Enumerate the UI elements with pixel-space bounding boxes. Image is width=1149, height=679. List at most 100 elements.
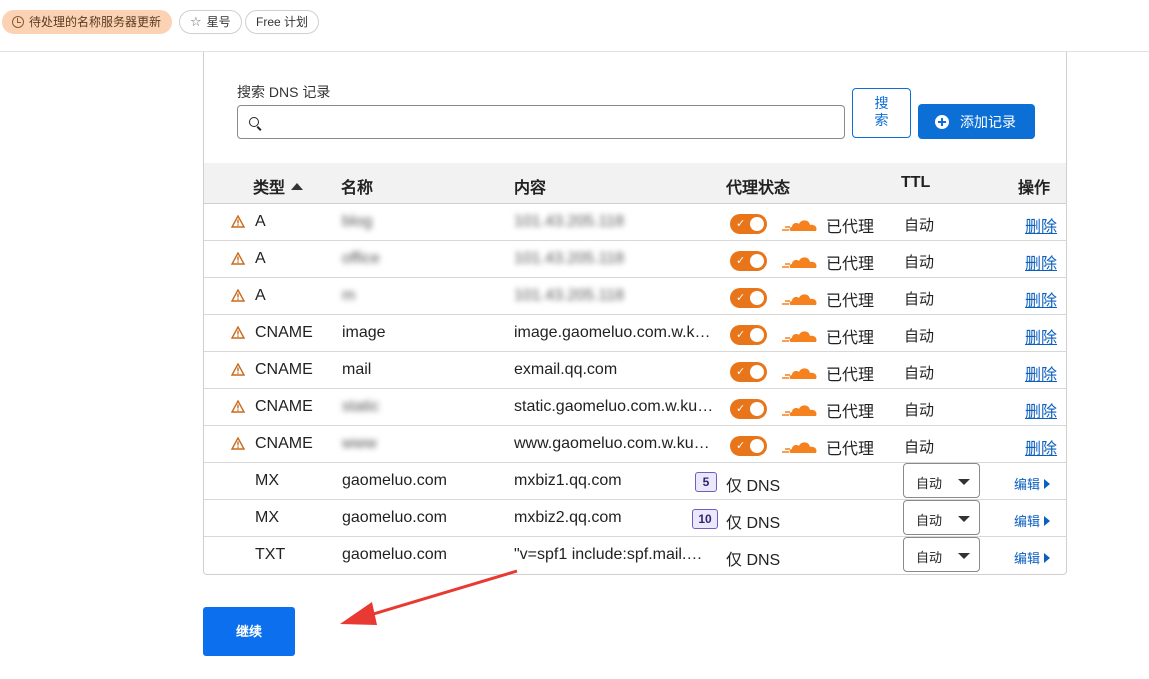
record-name: static [342,398,380,415]
proxy-status-label: 仅 DNS [726,552,781,569]
column-header-proxy: 代理状态 [726,180,791,197]
search-field[interactable] [237,105,845,139]
cloud-icon [782,331,817,342]
cloud-icon [782,368,817,379]
record-name: www [342,435,377,452]
proxy-status-label: 已代理 [826,367,875,384]
record-type: A [255,250,266,267]
proxy-toggle[interactable] [730,436,767,456]
record-content: "v=spf1 include:spf.mail.… [514,546,703,563]
ttl-select-value: 自动 [916,550,943,565]
delete-link[interactable]: 删除 [1025,435,1057,459]
continue-button[interactable]: 继续 [203,607,295,656]
star-icon: ☆ [190,14,202,29]
delete-link[interactable]: 删除 [1025,213,1057,237]
table-row[interactable]: MX gaomeluo.com mxbiz2.qq.com 10 仅 DNS 自… [204,500,1066,537]
table-row[interactable]: A m 101.43.205.118 已代理 自动 删除 [204,278,1066,315]
column-header-type-label: 类型 [253,180,286,197]
record-content: static.gaomeluo.com.w.kunl… [514,398,714,415]
record-name: gaomeluo.com [342,472,447,489]
record-content: www.gaomeluo.com.w.ku… [514,435,710,452]
proxy-toggle[interactable] [730,214,767,234]
record-type: CNAME [255,324,313,341]
record-name: blog [342,213,373,230]
table-row[interactable]: A office 101.43.205.118 已代理 自动 删除 [204,241,1066,278]
column-header-name: 名称 [341,180,374,197]
pending-nameserver-badge[interactable]: 待处理的名称服务器更新 [2,10,173,34]
zone-header: 待处理的名称服务器更新 ☆ 星号 Free 计划 [0,0,1149,52]
delete-link[interactable]: 删除 [1025,324,1057,348]
cloud-icon [782,294,817,305]
table-row[interactable]: TXT gaomeluo.com "v=spf1 include:spf.mai… [204,537,1066,574]
warning-icon [231,437,245,450]
search-button-label: 搜索 [874,95,889,128]
proxy-toggle[interactable] [730,288,767,308]
pending-nameserver-label: 待处理的名称服务器更新 [29,15,162,29]
proxy-status-label: 仅 DNS [726,515,781,532]
warning-icon [231,363,245,376]
delete-link[interactable]: 删除 [1025,250,1057,274]
add-record-button[interactable]: 添加记录 [918,104,1035,139]
delete-link[interactable]: 删除 [1025,287,1057,311]
table-row[interactable]: CNAME mail exmail.qq.com 已代理 自动 删除 [204,352,1066,389]
table-row[interactable]: MX gaomeluo.com mxbiz1.qq.com 5 仅 DNS 自动… [204,463,1066,500]
search-input[interactable] [268,106,838,138]
delete-link[interactable]: 删除 [1025,398,1057,422]
record-name: office [342,250,380,267]
proxy-status-label: 已代理 [826,330,875,347]
warning-icon [231,400,245,413]
cloud-icon [782,220,817,231]
proxy-status-label: 已代理 [826,256,875,273]
dns-records-panel: 搜索 DNS 记录 搜索 添加记录 类型 名称 内容 代理状态 TTL 操作 A… [203,52,1067,575]
record-type: A [255,213,266,230]
table-row[interactable]: CNAME www www.gaomeluo.com.w.ku… 已代理 自动 … [204,426,1066,463]
mx-priority-badge: 10 [692,509,718,529]
edit-link-label: 编辑 [1014,514,1041,529]
search-button[interactable]: 搜索 [852,88,911,138]
record-content: mxbiz1.qq.com [514,472,622,489]
edit-link[interactable]: 编辑 [1014,511,1051,530]
record-type: CNAME [255,398,313,415]
ttl-value: 自动 [904,402,935,419]
table-row[interactable]: A blog 101.43.205.118 已代理 自动 删除 [204,204,1066,241]
table-row[interactable]: CNAME image image.gaomeluo.com.w.k… 已代理 … [204,315,1066,352]
caret-right-icon [1044,515,1051,526]
edit-link[interactable]: 编辑 [1014,474,1051,493]
sort-ascending-icon [291,182,304,190]
proxy-toggle[interactable] [730,251,767,271]
proxy-toggle[interactable] [730,362,767,382]
plan-badge[interactable]: Free 计划 [245,10,320,34]
cloud-icon [782,405,817,416]
caret-right-icon [1044,552,1051,563]
record-type: CNAME [255,435,313,452]
record-type: MX [255,509,279,526]
record-name: gaomeluo.com [342,509,447,526]
ttl-value: 自动 [904,328,935,345]
ttl-select[interactable]: 自动 [903,537,980,572]
table-row[interactable]: CNAME static static.gaomeluo.com.w.kunl…… [204,389,1066,426]
ttl-select[interactable]: 自动 [903,463,980,498]
column-header-ttl: TTL [901,174,931,191]
warning-icon [231,215,245,228]
cloud-icon [782,257,817,268]
record-content: mxbiz2.qq.com [514,509,622,526]
record-type: CNAME [255,361,313,378]
record-name: gaomeluo.com [342,546,447,563]
edit-link[interactable]: 编辑 [1014,548,1051,567]
star-button[interactable]: ☆ 星号 [179,10,242,34]
proxy-toggle[interactable] [730,399,767,419]
cloud-icon [782,442,817,453]
dns-records-table: 类型 名称 内容 代理状态 TTL 操作 A blog 101.43.205.1… [204,163,1066,574]
record-name: image [342,324,386,341]
proxy-status-label: 仅 DNS [726,478,781,495]
record-content: image.gaomeluo.com.w.k… [514,324,711,341]
column-header-type[interactable]: 类型 [253,174,304,198]
delete-link[interactable]: 删除 [1025,361,1057,385]
proxy-toggle[interactable] [730,325,767,345]
proxy-status-label: 已代理 [826,219,875,236]
table-header: 类型 名称 内容 代理状态 TTL 操作 [204,163,1066,204]
ttl-select[interactable]: 自动 [903,500,980,535]
ttl-select-value: 自动 [916,513,943,528]
column-header-actions: 操作 [1018,180,1051,197]
ttl-value: 自动 [904,254,935,271]
